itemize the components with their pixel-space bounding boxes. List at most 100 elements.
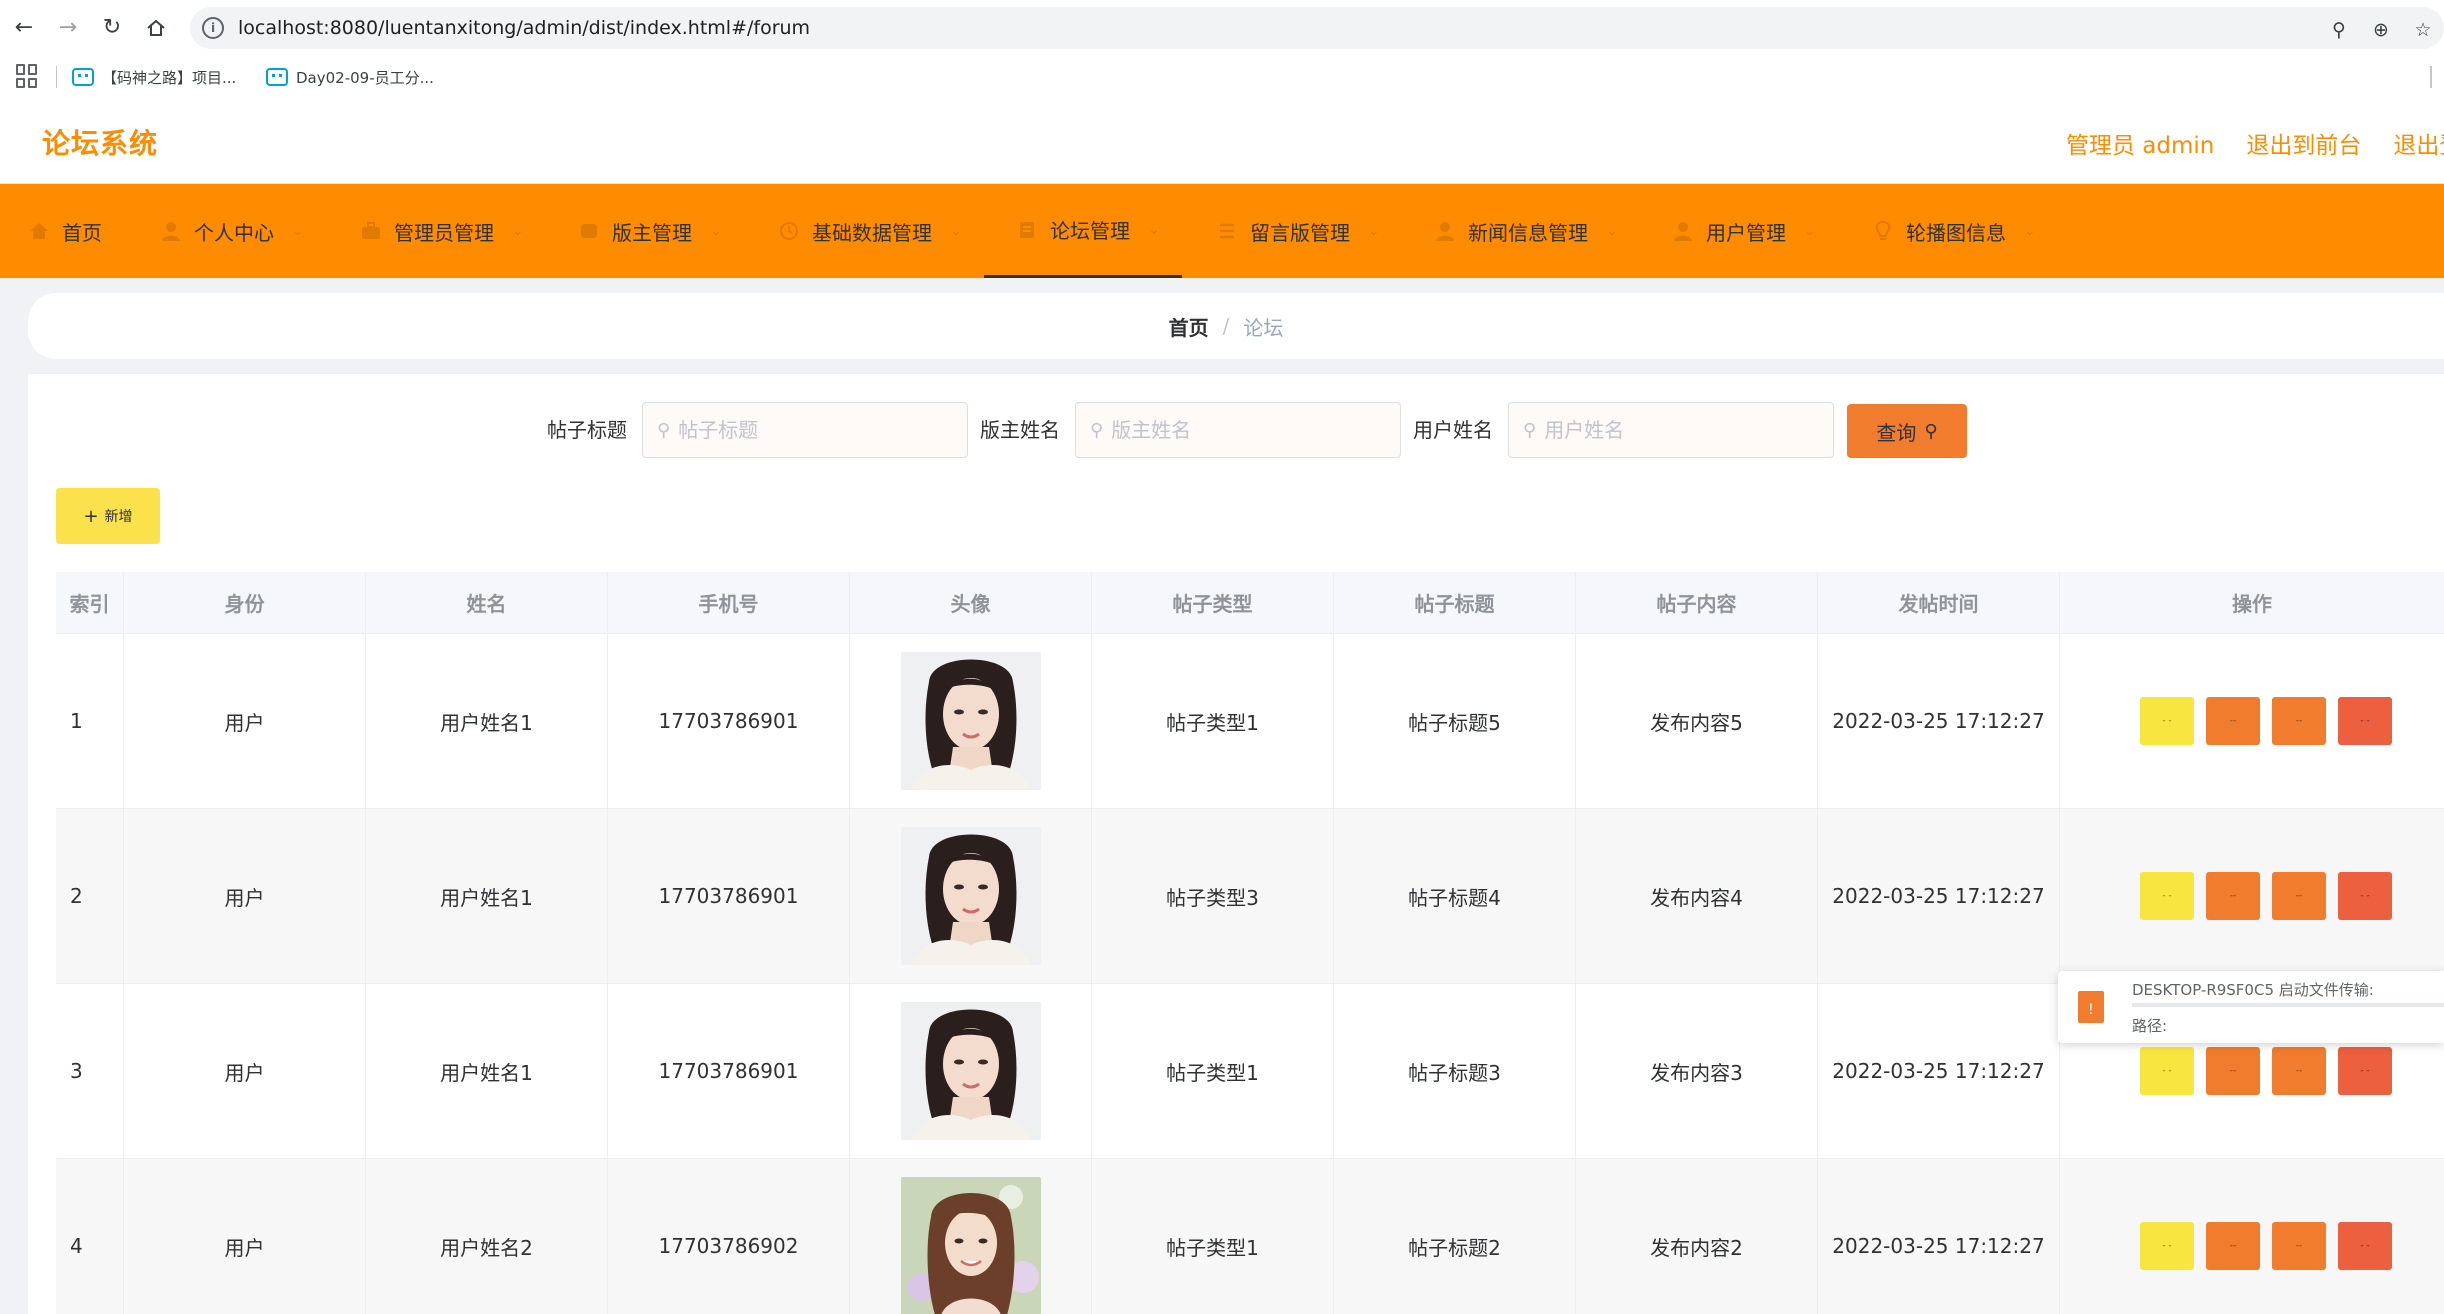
table-header: 索引 身份 姓名 手机号 头像 帖子类型 帖子标题 帖子内容 发帖时间 操作 — [56, 572, 2444, 634]
zoom-icon[interactable]: ⊕ — [2368, 17, 2394, 43]
edit-button[interactable]: -- — [2206, 1047, 2260, 1095]
menu-item-admin-manage[interactable]: 管理员管理 ⌄ — [360, 184, 524, 278]
clock-icon — [778, 220, 800, 242]
menu-item-moderator-manage[interactable]: 版主管理 ⌄ — [578, 184, 722, 278]
column-header-phone: 手机号 — [608, 572, 850, 633]
transfer-progress-bar — [2132, 1003, 2444, 1007]
cell-avatar — [850, 809, 1092, 983]
back-to-front-link[interactable]: 退出到前台 — [2246, 126, 2361, 160]
cell-name: 用户姓名1 — [366, 984, 608, 1158]
delete-button[interactable]: - - — [2338, 1047, 2392, 1095]
cell-post-content: 发布内容2 — [1576, 1159, 1818, 1314]
menu-label: 基础数据管理 — [812, 220, 932, 245]
forward-arrow-icon[interactable]: → — [52, 12, 84, 44]
delete-button[interactable]: - - — [2338, 697, 2392, 745]
cell-name: 用户姓名1 — [366, 809, 608, 983]
moderator-name-input[interactable] — [1111, 418, 1372, 442]
cell-actions: - - -- -- - - — [2060, 634, 2444, 808]
avatar-image[interactable] — [900, 652, 1041, 790]
menu-item-forum-manage[interactable]: 论坛管理 ⌄ — [984, 184, 1182, 278]
table-row: 1 用户 用户姓名1 17703786901 帖子类型1 帖子标题5 发布内容5… — [56, 634, 2444, 809]
bookmark-item[interactable]: Day02-09-员工分... — [266, 64, 434, 90]
comment-button[interactable]: -- — [2272, 697, 2326, 745]
cell-post-time: 2022-03-25 17:12:27 — [1818, 634, 2060, 808]
comment-button[interactable]: -- — [2272, 1222, 2326, 1270]
breadcrumb: 首页 / 论坛 — [1169, 312, 1284, 341]
bookmark-label: Day02-09-员工分... — [296, 68, 434, 87]
column-header-post-title: 帖子标题 — [1334, 572, 1576, 633]
user-name-field[interactable]: ⚲ — [1508, 402, 1834, 458]
user-icon — [1672, 220, 1694, 242]
site-info-icon[interactable]: i — [202, 17, 224, 39]
content-card: 帖子标题 ⚲ 版主姓名 ⚲ 用户姓名 ⚲ 查询 ⚲ + 新增 索引 身份 姓名 … — [28, 374, 2444, 1314]
chevron-down-icon: ⌄ — [1148, 221, 1160, 238]
cell-post-time: 2022-03-25 17:12:27 — [1818, 984, 2060, 1158]
cell-phone: 17703786901 — [608, 809, 850, 983]
edit-button[interactable]: -- — [2206, 872, 2260, 920]
apps-grid-icon[interactable] — [16, 64, 40, 88]
menu-item-basic-data[interactable]: 基础数据管理 ⌄ — [778, 184, 962, 278]
breadcrumb-home[interactable]: 首页 — [1169, 312, 1209, 341]
detail-button[interactable]: - - — [2140, 697, 2194, 745]
home-icon[interactable] — [140, 12, 172, 44]
user-name-label: 用户姓名 — [1413, 418, 1493, 442]
delete-button[interactable]: - - — [2338, 872, 2392, 920]
bookmark-separator — [56, 66, 57, 88]
comment-button[interactable]: -- — [2272, 872, 2326, 920]
cell-actions: - - -- -- - - — [2060, 809, 2444, 983]
add-button[interactable]: + 新增 — [56, 488, 160, 544]
app-header: 论坛系统 管理员 admin 退出到前台 退出登 — [0, 98, 2444, 184]
query-button[interactable]: 查询 ⚲ — [1847, 404, 1967, 458]
edit-button[interactable]: -- — [2206, 697, 2260, 745]
menu-item-user-manage[interactable]: 用户管理 ⌄ — [1672, 184, 1816, 278]
cell-post-content: 发布内容5 — [1576, 634, 1818, 808]
search-icon: ⚲ — [1090, 419, 1104, 441]
add-button-label: 新增 — [104, 509, 133, 525]
avatar-image[interactable] — [900, 827, 1041, 965]
menu-label: 论坛管理 — [1050, 219, 1130, 243]
cell-phone: 17703786901 — [608, 634, 850, 808]
chevron-down-icon: ⌄ — [1804, 223, 1816, 239]
moderator-name-field[interactable]: ⚲ — [1075, 402, 1401, 458]
cell-post-title: 帖子标题3 — [1334, 984, 1576, 1158]
edit-button[interactable]: -- — [2206, 1222, 2260, 1270]
logout-link[interactable]: 退出登 — [2393, 126, 2444, 160]
admin-user-label: 管理员 admin — [2066, 133, 2215, 159]
avatar-image[interactable] — [900, 1002, 1041, 1140]
cell-role: 用户 — [124, 984, 366, 1158]
menu-label: 首页 — [62, 220, 102, 245]
detail-button[interactable]: - - — [2140, 872, 2194, 920]
menu-item-message-board[interactable]: 留言版管理 ⌄ — [1216, 184, 1380, 278]
comment-button[interactable]: -- — [2272, 1047, 2326, 1095]
detail-button[interactable]: - - — [2140, 1222, 2194, 1270]
post-title-input[interactable] — [678, 418, 939, 442]
menu-item-personal-center[interactable]: 个人中心 ⌄ — [160, 184, 304, 278]
user-name-input[interactable] — [1544, 418, 1805, 442]
password-key-icon[interactable]: ⚲ — [2326, 17, 2352, 43]
menu-item-carousel[interactable]: 轮播图信息 ⌄ — [1872, 184, 2036, 278]
menu-item-news-manage[interactable]: 新闻信息管理 ⌄ — [1434, 184, 1618, 278]
cell-role: 用户 — [124, 634, 366, 808]
bookmark-item[interactable]: 【码神之路】项目... — [72, 64, 236, 90]
file-transfer-notification[interactable]: DESKTOP-R9SF0C5 启动文件传输: 路径: — [2058, 971, 2444, 1043]
post-title-field[interactable]: ⚲ — [642, 402, 968, 458]
file-icon — [2078, 991, 2104, 1023]
cell-post-title: 帖子标题4 — [1334, 809, 1576, 983]
cell-phone: 17703786901 — [608, 984, 850, 1158]
cell-post-type: 帖子类型3 — [1092, 809, 1334, 983]
user-icon — [160, 220, 182, 242]
cell-avatar — [850, 984, 1092, 1158]
bookmark-star-icon[interactable]: ☆ — [2410, 17, 2436, 43]
briefcase-icon — [360, 220, 382, 242]
avatar-image[interactable] — [900, 1177, 1041, 1314]
address-bar[interactable]: i localhost:8080/luentanxitong/admin/dis… — [190, 7, 2444, 49]
detail-button[interactable]: - - — [2140, 1047, 2194, 1095]
moderator-name-label: 版主姓名 — [980, 418, 1060, 442]
cell-avatar — [850, 634, 1092, 808]
reload-icon[interactable]: ↻ — [96, 12, 128, 44]
url-text[interactable]: localhost:8080/luentanxitong/admin/dist/… — [238, 17, 810, 39]
back-arrow-icon[interactable]: ← — [8, 12, 40, 44]
delete-button[interactable]: - - — [2338, 1222, 2392, 1270]
cell-index: 4 — [56, 1159, 124, 1314]
menu-item-home[interactable]: 首页 — [28, 184, 102, 278]
